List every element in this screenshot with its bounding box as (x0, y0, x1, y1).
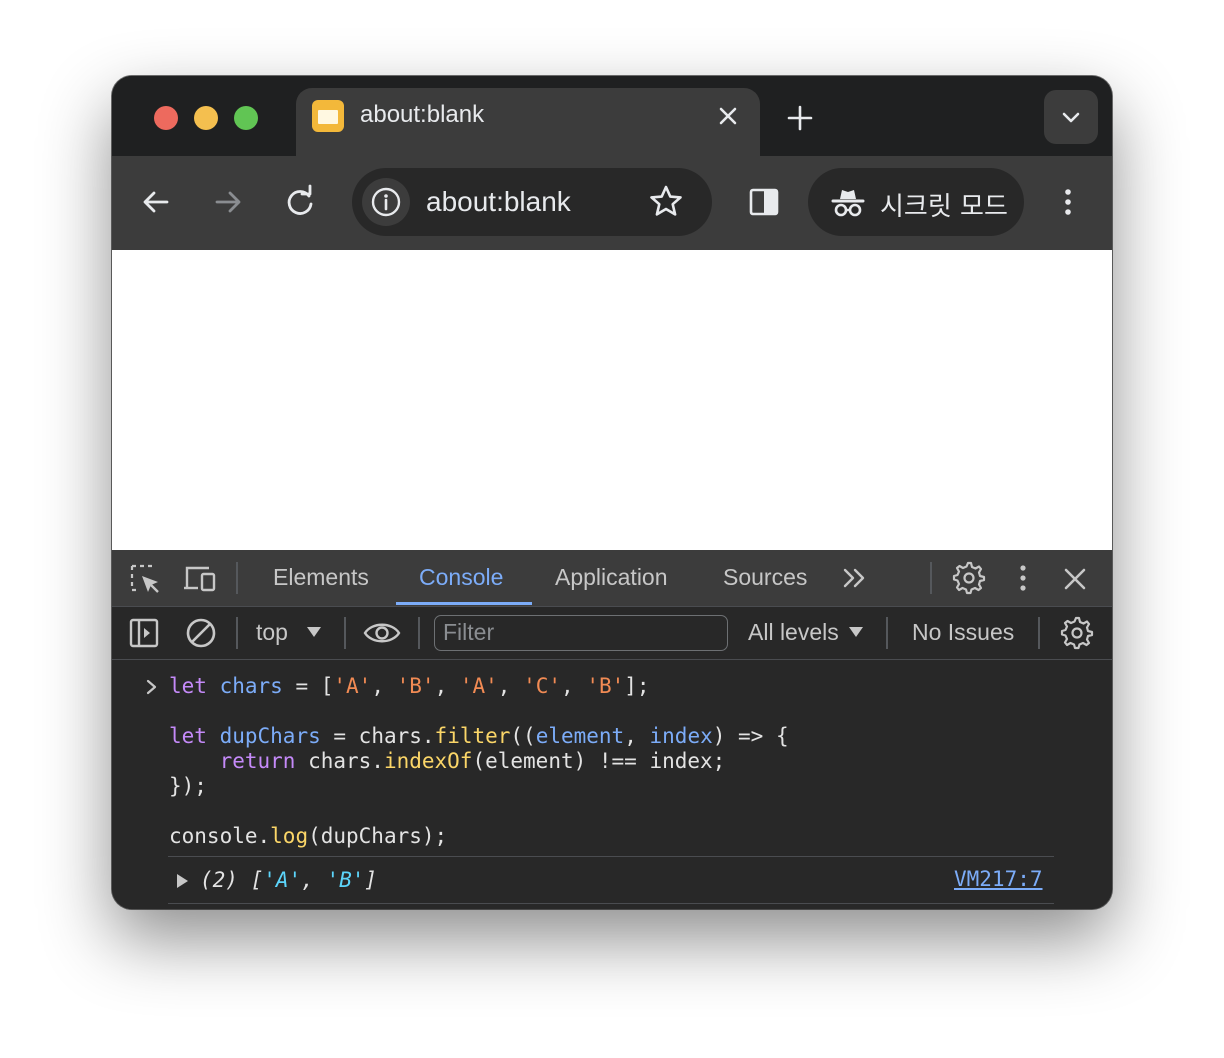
minimize-window-button[interactable] (194, 106, 218, 130)
devtools-menu-icon[interactable] (1010, 560, 1036, 596)
zoom-window-button[interactable] (234, 106, 258, 130)
divider (236, 562, 238, 594)
dropdown-arrow-icon (849, 627, 863, 637)
address-bar[interactable]: about:blank (352, 168, 712, 236)
divider (168, 903, 1054, 904)
divider (886, 617, 888, 649)
page-content (112, 250, 1112, 550)
divider (418, 617, 420, 649)
context-selector[interactable]: top (256, 619, 288, 646)
console-sidebar-icon[interactable] (128, 617, 160, 649)
live-expression-eye-icon[interactable] (362, 617, 402, 649)
tab-console[interactable]: Console (419, 564, 503, 591)
inspect-element-icon[interactable] (128, 562, 162, 596)
tab-application[interactable]: Application (555, 564, 668, 591)
tab-close-icon[interactable] (710, 98, 746, 134)
site-info-button[interactable] (362, 178, 410, 226)
clear-console-icon[interactable] (184, 616, 218, 650)
code-line: return chars.indexOf(element) !== index; (219, 749, 726, 773)
more-tabs-icon[interactable] (840, 564, 870, 592)
browser-tab[interactable]: about:blank (296, 88, 760, 156)
device-toolbar-icon[interactable] (182, 562, 218, 596)
expand-triangle-icon[interactable] (174, 872, 190, 890)
console-settings-gear-icon[interactable] (1058, 615, 1094, 651)
code-line: console.log(dupChars); (169, 824, 448, 848)
prompt-chevron-icon (146, 679, 157, 695)
side-panel-icon[interactable] (742, 180, 786, 224)
divider (930, 562, 932, 594)
issues-counter[interactable]: No Issues (912, 619, 1014, 646)
more-menu-icon[interactable] (1046, 180, 1090, 224)
info-icon (371, 187, 401, 217)
filter-input[interactable]: Filter (434, 615, 728, 651)
divider (168, 856, 1054, 857)
console-output[interactable]: let chars = ['A', 'B', 'A', 'C', 'B']; l… (112, 660, 1112, 909)
dropdown-arrow-icon (307, 627, 321, 637)
new-tab-icon[interactable] (780, 98, 820, 138)
code-line: let chars = ['A', 'B', 'A', 'C', 'B']; (169, 674, 650, 698)
divider (1038, 617, 1040, 649)
devtools-panel: Elements Console Application Sources top… (112, 550, 1112, 909)
divider (344, 617, 346, 649)
console-toolbar: top Filter All levels No Issues (112, 607, 1112, 660)
source-link[interactable]: VM217:7 (954, 867, 1043, 891)
browser-toolbar: about:blank 시크릿 모드 (112, 156, 1112, 250)
favicon-icon (312, 100, 344, 132)
log-result[interactable]: (2) ['A', 'B'] (200, 868, 377, 892)
forward-icon[interactable] (206, 180, 250, 224)
bookmark-star-icon[interactable] (646, 182, 686, 222)
tab-elements[interactable]: Elements (273, 564, 369, 591)
log-levels-dropdown[interactable]: All levels (748, 619, 839, 646)
incognito-icon (831, 190, 865, 217)
browser-window: about:blank about:blank 시크릿 모드 Elements … (112, 76, 1112, 909)
reload-icon[interactable] (278, 180, 322, 224)
active-tab-indicator (396, 602, 532, 605)
devtools-tab-bar: Elements Console Application Sources (112, 550, 1112, 607)
close-devtools-icon[interactable] (1058, 562, 1092, 596)
tab-sources[interactable]: Sources (723, 564, 807, 591)
back-icon[interactable] (134, 180, 178, 224)
chevron-down-icon (1062, 112, 1080, 123)
close-window-button[interactable] (154, 106, 178, 130)
tab-search-button[interactable] (1044, 90, 1098, 144)
title-bar: about:blank (112, 76, 1112, 156)
divider (236, 617, 238, 649)
filter-placeholder: Filter (443, 619, 495, 645)
code-line: }); (169, 774, 207, 798)
settings-gear-icon[interactable] (950, 560, 986, 596)
code-line: let dupChars = chars.filter((element, in… (169, 724, 789, 748)
url-text[interactable]: about:blank (426, 186, 571, 218)
tab-title: about:blank (360, 101, 485, 128)
incognito-indicator[interactable]: 시크릿 모드 (808, 168, 1024, 236)
incognito-label: 시크릿 모드 (880, 192, 1008, 222)
